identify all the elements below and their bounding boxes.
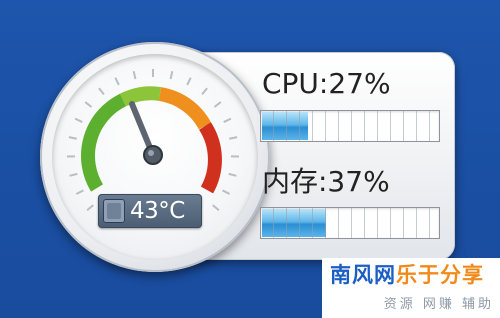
watermark-slogan: 乐于分享 [396,263,484,287]
gauge-zone-green [81,93,127,192]
gauge-tick [228,172,237,177]
gauge-tick [69,172,78,177]
gauge-dial [66,69,240,212]
gauge-tick [212,204,220,212]
gauge-tick [98,87,105,96]
temperature-value: 43°C [130,198,185,224]
gauge-tick [86,204,94,212]
gauge-tick [74,117,83,123]
gauge-tick [223,117,232,123]
gauge-tick [201,87,208,96]
gauge-tick [68,136,77,140]
gauge-zone-red [198,122,222,194]
gauge-tick [84,101,93,108]
gauge-zone-orange [158,87,212,130]
cpu-gauge [40,42,270,272]
thermometer-icon [103,199,125,223]
gauge-zone-lightgreen [119,86,162,107]
cpu-usage-bar [260,110,440,142]
gauge-tick [213,101,222,108]
gauge-tick [114,77,120,86]
gauge-tick [186,77,192,86]
memory-usage-label: 内存:37% [262,165,390,198]
gauge-tick [75,189,84,195]
watermark-subtitle: 资源 网赚 辅助 [383,297,494,312]
cpu-usage-label: CPU:27% [262,67,391,100]
memory-usage-bar [260,207,440,239]
gauge-tick [169,70,174,80]
site-watermark: 南风网乐于分享 资源 网赚 辅助 [322,258,500,318]
gauge-tick [222,189,231,195]
temperature-readout: 43°C [98,194,202,228]
watermark-brand: 南风网 [330,263,396,287]
gauge-tick [132,70,137,80]
desktop-background: 43°C CPU:27% 内存:37% 南风网乐于分享 资源 网赚 辅助 [0,0,500,318]
gauge-tick [229,136,238,140]
